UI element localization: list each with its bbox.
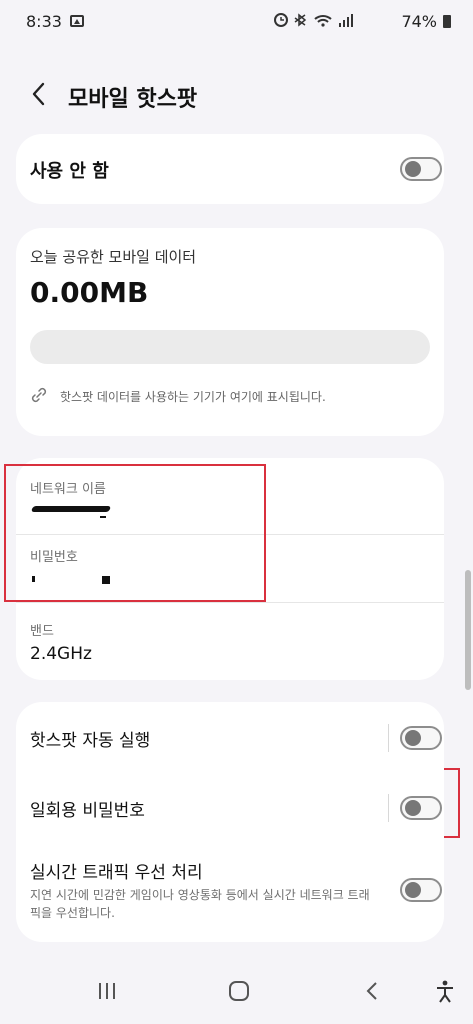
- status-bar: 8:33 74%: [0, 0, 473, 44]
- bluetooth-icon: [294, 13, 307, 27]
- divider: [388, 794, 389, 822]
- divider: [388, 724, 389, 752]
- signal-icon: [339, 14, 353, 27]
- recent-apps-button[interactable]: [96, 980, 118, 1006]
- setting-description: 지연 시간에 민감한 게임이나 영상통화 등에서 실시간 네트워크 트래픽을 우…: [30, 888, 370, 920]
- setting-row-traffic-priority[interactable]: 실시간 트래픽 우선 처리 지연 시간에 민감한 게임이나 영상통화 등에서 실…: [16, 848, 444, 938]
- app-header: 모바일 핫스팟: [0, 70, 473, 120]
- data-usage-card: 오늘 공유한 모바일 데이터 0.00MB 핫스팟 데이터를 사용하는 기기가 …: [16, 228, 444, 436]
- home-button[interactable]: [228, 980, 250, 1006]
- chevron-left-icon: [366, 982, 377, 1000]
- data-usage-note: 핫스팟 데이터를 사용하는 기기가 여기에 표시됩니다.: [60, 390, 326, 404]
- highlight-box-network: [4, 464, 266, 602]
- one-time-password-toggle[interactable]: [400, 796, 442, 820]
- home-icon: [229, 981, 249, 1001]
- setting-row-auto-hotspot[interactable]: 핫스팟 자동 실행: [16, 702, 444, 774]
- scrollbar-thumb[interactable]: [465, 570, 471, 690]
- setting-label: 핫스팟 자동 실행: [30, 731, 151, 751]
- navigation-bar: [0, 960, 473, 1024]
- data-usage-amount: 0.00MB: [30, 276, 149, 309]
- master-toggle-label: 사용 안 함: [30, 161, 109, 182]
- page-title: 모바일 핫스팟: [68, 87, 198, 112]
- gallery-icon: [70, 15, 84, 27]
- toggle-knob: [405, 730, 421, 746]
- band-label: 밴드: [30, 624, 54, 639]
- chevron-left-icon: [32, 82, 45, 106]
- status-icons: [273, 11, 383, 33]
- auto-hotspot-toggle[interactable]: [400, 726, 442, 750]
- data-usage-progress-bar: [30, 330, 430, 364]
- divider: [16, 602, 444, 603]
- battery-icon: [443, 15, 451, 28]
- battery-level: 74%: [401, 12, 437, 31]
- accessibility-button[interactable]: [434, 980, 456, 1008]
- setting-label: 일회용 비밀번호: [30, 801, 145, 821]
- toggle-knob: [405, 161, 421, 177]
- wifi-icon: [314, 15, 332, 27]
- accessibility-icon: [437, 980, 453, 1003]
- back-nav-button[interactable]: [362, 980, 384, 1006]
- toggle-knob: [405, 800, 421, 816]
- alarm-icon: [274, 13, 288, 27]
- status-time: 8:33: [26, 12, 62, 31]
- setting-label: 실시간 트래픽 우선 처리: [30, 863, 203, 883]
- back-button[interactable]: [26, 80, 54, 108]
- recent-apps-icon: [99, 983, 115, 999]
- traffic-priority-toggle[interactable]: [400, 878, 442, 902]
- link-icon: [30, 386, 48, 404]
- data-usage-label: 오늘 공유한 모바일 데이터: [30, 248, 197, 266]
- master-toggle-card[interactable]: 사용 안 함: [16, 134, 444, 204]
- band-value[interactable]: 2.4GHz: [30, 644, 92, 664]
- toggle-knob: [405, 882, 421, 898]
- setting-row-one-time-password[interactable]: 일회용 비밀번호: [16, 774, 444, 842]
- hotspot-settings-card: 핫스팟 자동 실행 일회용 비밀번호 실시간 트래픽 우선 처리 지연 시간에 …: [16, 702, 444, 942]
- master-toggle-switch[interactable]: [400, 157, 442, 181]
